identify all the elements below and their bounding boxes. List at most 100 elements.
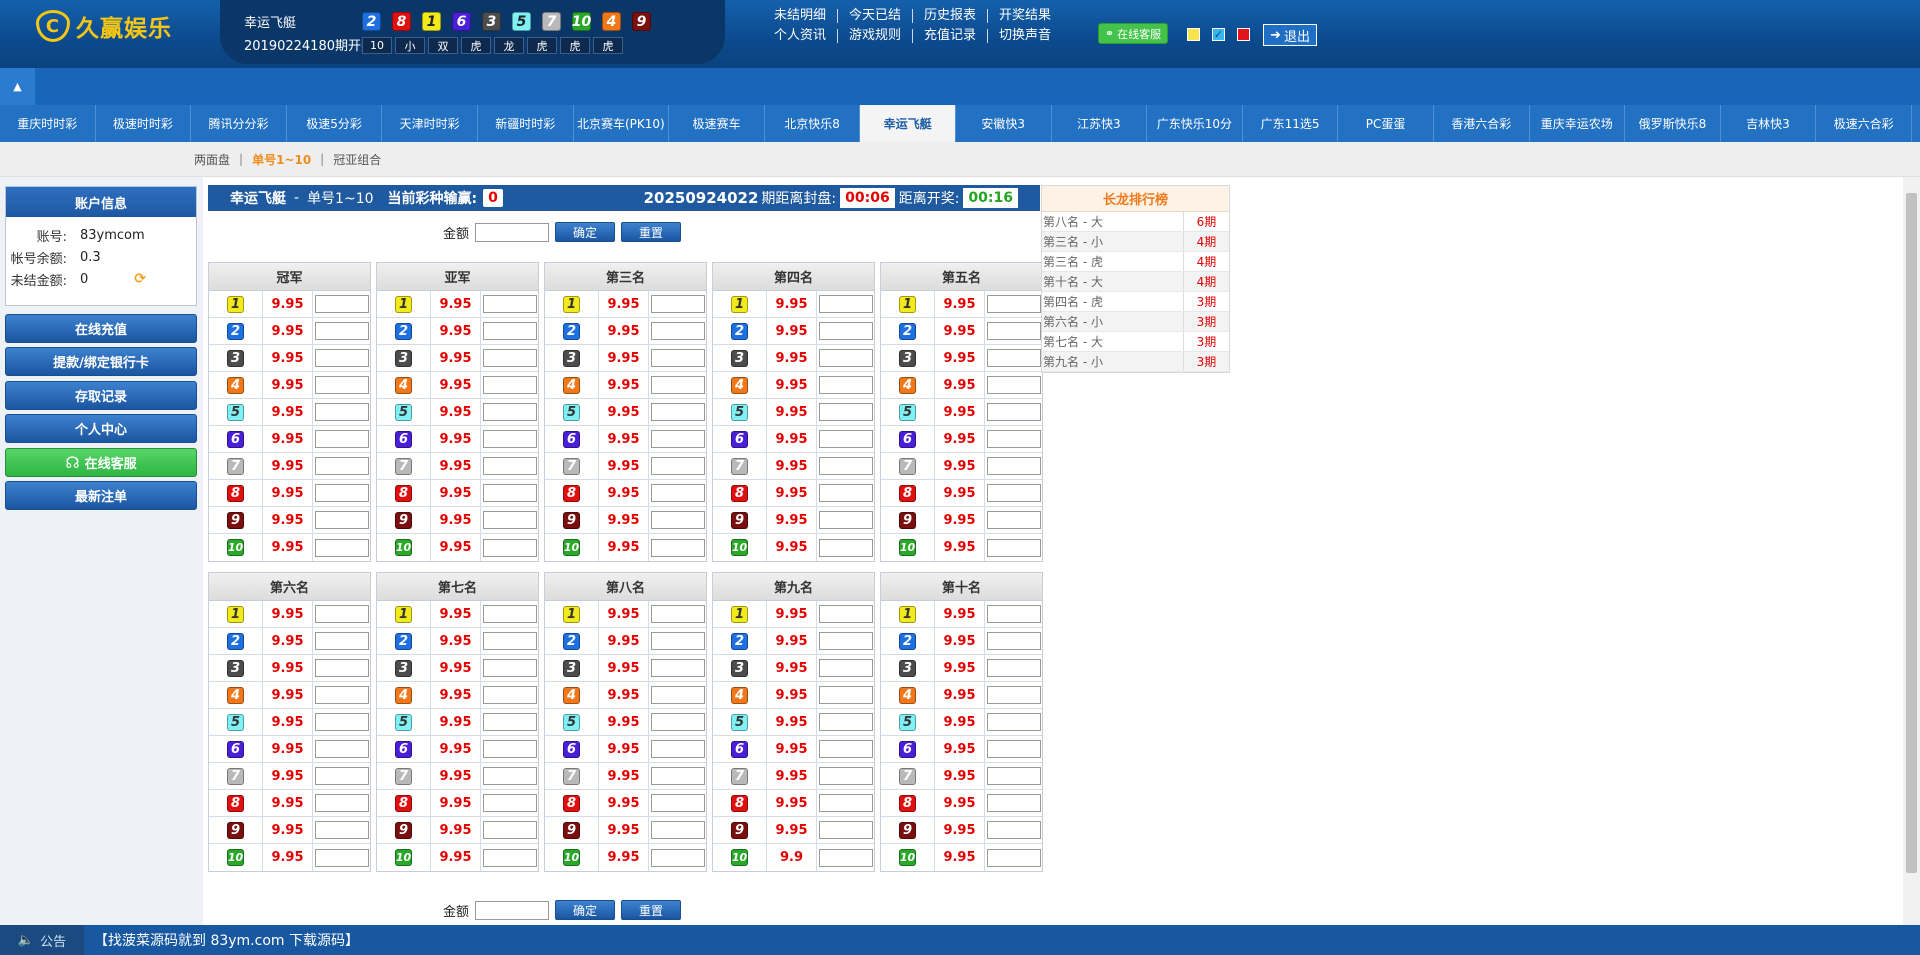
- bet-amount-input[interactable]: [986, 511, 1041, 529]
- game-tab[interactable]: 极速赛车: [669, 105, 765, 142]
- sidebar-button[interactable]: ☊ 在线客服: [5, 448, 197, 477]
- bet-amount-input[interactable]: [314, 322, 369, 340]
- bet-amount-input[interactable]: [650, 686, 705, 704]
- subnav-item[interactable]: 冠亚组合: [324, 151, 390, 168]
- bet-amount-input[interactable]: [314, 457, 369, 475]
- bet-amount-input[interactable]: [818, 349, 873, 367]
- bet-amount-input[interactable]: [482, 605, 537, 623]
- bet-amount-input[interactable]: [818, 686, 873, 704]
- bet-amount-input[interactable]: [314, 740, 369, 758]
- bet-amount-input[interactable]: [986, 686, 1041, 704]
- amount-input[interactable]: [475, 222, 550, 242]
- bet-amount-input[interactable]: [482, 484, 537, 502]
- bet-amount-input[interactable]: [818, 511, 873, 529]
- bet-amount-input[interactable]: [818, 538, 873, 557]
- sidebar-button[interactable]: 存取记录: [5, 381, 197, 410]
- bet-amount-input[interactable]: [650, 430, 705, 448]
- game-tab[interactable]: 重庆时时彩: [0, 105, 96, 142]
- sound-blue-toggle[interactable]: ✓: [1212, 28, 1225, 41]
- bet-amount-input[interactable]: [986, 538, 1041, 557]
- bet-amount-input[interactable]: [818, 632, 873, 650]
- bet-amount-input[interactable]: [986, 403, 1041, 421]
- bet-amount-input[interactable]: [482, 848, 537, 867]
- bet-amount-input[interactable]: [818, 713, 873, 731]
- bet-amount-input[interactable]: [818, 295, 873, 313]
- online-service-button[interactable]: ⚭ 在线客服: [1098, 23, 1168, 44]
- top-link[interactable]: 今天已结: [837, 9, 912, 23]
- bet-amount-input[interactable]: [482, 376, 537, 394]
- brand-logo[interactable]: C 久赢娱乐: [36, 8, 172, 44]
- bet-amount-input[interactable]: [650, 376, 705, 394]
- game-tab[interactable]: PC蛋蛋: [1338, 105, 1434, 142]
- bet-amount-input[interactable]: [818, 403, 873, 421]
- bet-amount-input[interactable]: [650, 295, 705, 313]
- game-tab[interactable]: 幸运飞艇: [860, 105, 956, 142]
- game-tab[interactable]: 北京赛车(PK10): [574, 105, 670, 142]
- sound-red-toggle[interactable]: [1237, 28, 1250, 41]
- bet-amount-input[interactable]: [650, 848, 705, 867]
- bet-amount-input[interactable]: [314, 848, 369, 867]
- bet-amount-input[interactable]: [482, 322, 537, 340]
- bet-amount-input[interactable]: [482, 511, 537, 529]
- bet-amount-input[interactable]: [986, 430, 1041, 448]
- bet-amount-input[interactable]: [314, 349, 369, 367]
- bet-amount-input[interactable]: [818, 821, 873, 839]
- bet-amount-input[interactable]: [650, 457, 705, 475]
- game-tab[interactable]: 俄罗斯快乐8: [1625, 105, 1721, 142]
- bet-amount-input[interactable]: [650, 349, 705, 367]
- bet-amount-input[interactable]: [986, 659, 1041, 677]
- game-tab[interactable]: 香港六合彩: [1434, 105, 1530, 142]
- scrollbar-thumb[interactable]: [1906, 193, 1917, 873]
- confirm-button[interactable]: 确定: [555, 222, 616, 242]
- bet-amount-input[interactable]: [314, 538, 369, 557]
- bet-amount-input[interactable]: [818, 605, 873, 623]
- subnav-item[interactable]: 两面盘: [194, 151, 239, 168]
- bet-amount-input[interactable]: [818, 322, 873, 340]
- sidebar-button[interactable]: 个人中心: [5, 414, 197, 443]
- sidebar-button[interactable]: 最新注单: [5, 481, 197, 510]
- bet-amount-input[interactable]: [314, 430, 369, 448]
- bet-amount-input[interactable]: [818, 794, 873, 812]
- top-link[interactable]: 个人资讯: [774, 29, 837, 43]
- bet-amount-input[interactable]: [314, 403, 369, 421]
- bet-amount-input[interactable]: [986, 349, 1041, 367]
- scrollbar[interactable]: [1903, 177, 1920, 925]
- bet-amount-input[interactable]: [314, 605, 369, 623]
- bet-amount-input[interactable]: [650, 484, 705, 502]
- bet-amount-input[interactable]: [482, 403, 537, 421]
- bet-amount-input[interactable]: [482, 713, 537, 731]
- game-tab[interactable]: 重庆幸运农场: [1530, 105, 1626, 142]
- bet-amount-input[interactable]: [482, 295, 537, 313]
- bet-amount-input[interactable]: [986, 740, 1041, 758]
- reset-button[interactable]: 重置: [621, 222, 682, 242]
- bet-amount-input[interactable]: [818, 457, 873, 475]
- bet-amount-input[interactable]: [482, 349, 537, 367]
- bet-amount-input[interactable]: [986, 632, 1041, 650]
- bet-amount-input[interactable]: [314, 821, 369, 839]
- game-tab[interactable]: 安徽快3: [956, 105, 1052, 142]
- game-tab[interactable]: 腾讯分分彩: [191, 105, 287, 142]
- bet-amount-input[interactable]: [482, 457, 537, 475]
- bet-amount-input[interactable]: [314, 686, 369, 704]
- subnav-item[interactable]: 单号1~10: [243, 151, 320, 168]
- bet-amount-input[interactable]: [818, 740, 873, 758]
- bet-amount-input[interactable]: [818, 376, 873, 394]
- bet-amount-input[interactable]: [986, 821, 1041, 839]
- game-tab[interactable]: 极速5分彩: [287, 105, 383, 142]
- bet-amount-input[interactable]: [482, 740, 537, 758]
- top-link[interactable]: 游戏规则: [837, 29, 912, 43]
- top-link[interactable]: 充值记录: [912, 29, 987, 43]
- refresh-icon[interactable]: ⟳: [134, 271, 146, 287]
- bet-amount-input[interactable]: [314, 632, 369, 650]
- game-tab[interactable]: 天津时时彩: [382, 105, 478, 142]
- bet-amount-input[interactable]: [650, 511, 705, 529]
- top-link[interactable]: 未结明细: [774, 9, 837, 23]
- bet-amount-input[interactable]: [650, 632, 705, 650]
- game-tab[interactable]: 广东快乐10分: [1147, 105, 1243, 142]
- bet-amount-input[interactable]: [314, 511, 369, 529]
- bet-amount-input[interactable]: [650, 659, 705, 677]
- game-tab[interactable]: 吉林快3: [1721, 105, 1817, 142]
- bet-amount-input[interactable]: [314, 295, 369, 313]
- bet-amount-input[interactable]: [818, 484, 873, 502]
- bet-amount-input[interactable]: [314, 713, 369, 731]
